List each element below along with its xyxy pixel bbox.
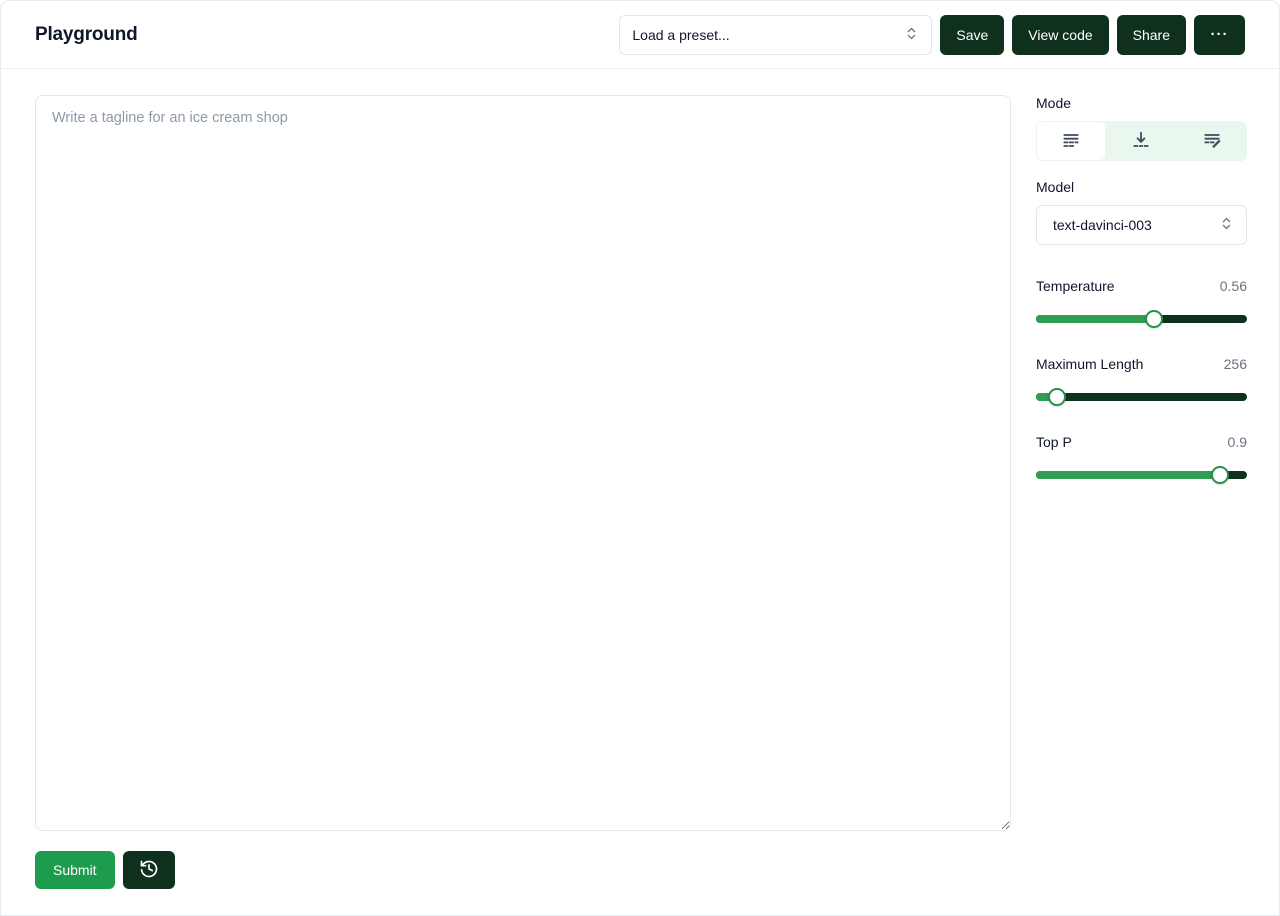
submit-button[interactable]: Submit xyxy=(35,851,115,889)
temperature-group: Temperature 0.56 xyxy=(1036,278,1247,328)
maximum-length-slider[interactable] xyxy=(1036,388,1247,406)
top-p-header: Top P 0.9 xyxy=(1036,434,1247,450)
top-p-label: Top P xyxy=(1036,434,1072,450)
edit-mode-icon xyxy=(1202,130,1222,153)
top-p-value: 0.9 xyxy=(1228,434,1247,450)
chevrons-up-down-icon xyxy=(904,26,919,44)
slider-thumb[interactable] xyxy=(1048,388,1066,406)
history-button[interactable] xyxy=(123,851,175,889)
model-label: Model xyxy=(1036,179,1247,195)
temperature-label: Temperature xyxy=(1036,278,1115,294)
prompt-textarea[interactable] xyxy=(35,95,1011,831)
playground-page: Playground Load a preset... Save View co… xyxy=(0,0,1280,916)
mode-toggle-group xyxy=(1036,121,1247,161)
maximum-length-value: 256 xyxy=(1224,356,1247,372)
temperature-value: 0.56 xyxy=(1220,278,1247,294)
temperature-header: Temperature 0.56 xyxy=(1036,278,1247,294)
complete-mode-icon xyxy=(1061,130,1081,153)
load-preset-value: Load a preset... xyxy=(632,27,729,43)
mode-label: Mode xyxy=(1036,95,1247,111)
maximum-length-group: Maximum Length 256 xyxy=(1036,356,1247,406)
maximum-length-header: Maximum Length 256 xyxy=(1036,356,1247,372)
top-p-slider[interactable] xyxy=(1036,466,1247,484)
model-select-value: text-davinci-003 xyxy=(1053,217,1152,233)
page-title: Playground xyxy=(35,24,138,46)
slider-fill xyxy=(1036,471,1220,479)
editor-footer: Submit xyxy=(35,851,1011,889)
editor-column: Submit xyxy=(35,95,1011,915)
history-icon xyxy=(139,859,159,882)
share-button[interactable]: Share xyxy=(1117,15,1186,55)
load-preset-select[interactable]: Load a preset... xyxy=(619,15,932,55)
chevrons-up-down-icon xyxy=(1219,216,1234,234)
top-p-group: Top P 0.9 xyxy=(1036,434,1247,484)
view-code-button[interactable]: View code xyxy=(1012,15,1108,55)
mode-edit-toggle[interactable] xyxy=(1177,121,1247,161)
ellipsis-icon: ··· xyxy=(1211,26,1229,43)
header-actions: Load a preset... Save View code Share ··… xyxy=(619,15,1245,55)
insert-mode-icon xyxy=(1131,130,1151,153)
mode-complete-toggle[interactable] xyxy=(1036,121,1106,161)
slider-fill xyxy=(1036,315,1154,323)
main-content: Submit Mode xyxy=(1,69,1279,915)
more-options-button[interactable]: ··· xyxy=(1194,15,1245,55)
save-button[interactable]: Save xyxy=(940,15,1004,55)
slider-thumb[interactable] xyxy=(1211,466,1229,484)
slider-track xyxy=(1036,393,1247,401)
temperature-slider[interactable] xyxy=(1036,310,1247,328)
slider-thumb[interactable] xyxy=(1145,310,1163,328)
mode-insert-toggle[interactable] xyxy=(1106,121,1176,161)
header: Playground Load a preset... Save View co… xyxy=(1,1,1279,69)
settings-sidebar: Mode xyxy=(1036,95,1247,915)
maximum-length-label: Maximum Length xyxy=(1036,356,1143,372)
model-select[interactable]: text-davinci-003 xyxy=(1036,205,1247,245)
